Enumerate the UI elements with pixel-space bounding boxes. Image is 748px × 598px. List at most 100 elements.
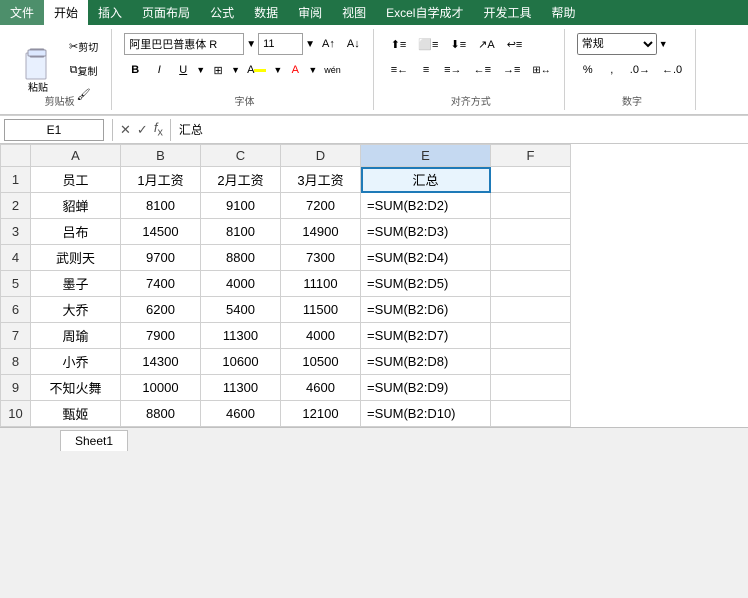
cancel-formula-button[interactable]: ✕ xyxy=(117,122,134,138)
cell-b8[interactable]: 14300 xyxy=(121,349,201,375)
font-color-button[interactable]: A xyxy=(284,59,306,81)
cell-a5[interactable]: 墨子 xyxy=(31,271,121,297)
cell-a8[interactable]: 小乔 xyxy=(31,349,121,375)
border-dropdown-icon[interactable]: ▼ xyxy=(231,65,240,75)
tab-formula[interactable]: 公式 xyxy=(200,0,244,25)
confirm-formula-button[interactable]: ✓ xyxy=(134,122,151,138)
name-box[interactable] xyxy=(4,119,104,141)
cell-b1[interactable]: 1月工资 xyxy=(121,167,201,193)
underline-dropdown-icon[interactable]: ▼ xyxy=(196,65,205,75)
cell-d6[interactable]: 11500 xyxy=(281,297,361,323)
tab-excel-learn[interactable]: Excel自学成才 xyxy=(376,0,473,25)
tab-file[interactable]: 文件 xyxy=(0,0,44,25)
font-family-input[interactable] xyxy=(124,33,244,55)
left-align-button[interactable]: ≡← xyxy=(386,59,413,81)
col-header-f[interactable]: F xyxy=(491,145,571,167)
row-header-9[interactable]: 9 xyxy=(1,375,31,401)
cell-e5[interactable]: =SUM(B2:D5) xyxy=(361,271,491,297)
cell-f5[interactable] xyxy=(491,271,571,297)
row-header-3[interactable]: 3 xyxy=(1,219,31,245)
cell-d7[interactable]: 4000 xyxy=(281,323,361,349)
tab-help[interactable]: 帮助 xyxy=(542,0,586,25)
percent-button[interactable]: % xyxy=(577,59,599,81)
tab-review[interactable]: 审阅 xyxy=(288,0,332,25)
cell-c2[interactable]: 9100 xyxy=(201,193,281,219)
border-button[interactable]: ⊞ xyxy=(207,59,229,81)
tab-dev[interactable]: 开发工具 xyxy=(473,0,541,25)
insert-function-button[interactable]: fx xyxy=(151,120,166,139)
tab-page-layout[interactable]: 页面布局 xyxy=(132,0,200,25)
number-format-select[interactable]: 常规 xyxy=(577,33,657,55)
font-color-dropdown-icon[interactable]: ▼ xyxy=(308,65,317,75)
cell-b10[interactable]: 8800 xyxy=(121,401,201,427)
cell-f7[interactable] xyxy=(491,323,571,349)
col-header-d[interactable]: D xyxy=(281,145,361,167)
cell-d2[interactable]: 7200 xyxy=(281,193,361,219)
right-align-button[interactable]: ≡→ xyxy=(439,59,466,81)
row-header-2[interactable]: 2 xyxy=(1,193,31,219)
tab-data[interactable]: 数据 xyxy=(244,0,288,25)
bold-button[interactable]: B xyxy=(124,59,146,81)
cell-c3[interactable]: 8100 xyxy=(201,219,281,245)
number-format-dropdown-icon[interactable]: ▼ xyxy=(659,39,668,49)
center-align-button[interactable]: ≡ xyxy=(415,59,437,81)
cell-e9[interactable]: =SUM(B2:D9) xyxy=(361,375,491,401)
row-header-10[interactable]: 10 xyxy=(1,401,31,427)
decrease-font-button[interactable]: A↓ xyxy=(342,33,365,55)
cell-a2[interactable]: 貂蝉 xyxy=(31,193,121,219)
cell-a7[interactable]: 周瑜 xyxy=(31,323,121,349)
cell-b9[interactable]: 10000 xyxy=(121,375,201,401)
increase-indent-button[interactable]: →≡ xyxy=(498,59,525,81)
underline-button[interactable]: U xyxy=(172,59,194,81)
cell-f4[interactable] xyxy=(491,245,571,271)
cell-c7[interactable]: 11300 xyxy=(201,323,281,349)
cell-c8[interactable]: 10600 xyxy=(201,349,281,375)
cell-c6[interactable]: 5400 xyxy=(201,297,281,323)
cell-c1[interactable]: 2月工资 xyxy=(201,167,281,193)
row-header-5[interactable]: 5 xyxy=(1,271,31,297)
cell-f2[interactable] xyxy=(491,193,571,219)
top-align-button[interactable]: ⬆≡ xyxy=(386,33,412,55)
cell-a6[interactable]: 大乔 xyxy=(31,297,121,323)
cell-b3[interactable]: 14500 xyxy=(121,219,201,245)
increase-decimal-button[interactable]: .0→ xyxy=(625,59,655,81)
col-header-b[interactable]: B xyxy=(121,145,201,167)
wrap-text-button[interactable]: ↩≡ xyxy=(502,33,528,55)
copy-button[interactable]: ⧉ 复制 xyxy=(64,60,103,82)
cut-button[interactable]: ✂ 剪切 xyxy=(64,36,103,58)
thousands-button[interactable]: , xyxy=(601,59,623,81)
italic-button[interactable]: I xyxy=(148,59,170,81)
corner-header[interactable] xyxy=(1,145,31,167)
fill-color-button[interactable]: A xyxy=(242,59,271,81)
font-size-dropdown-icon[interactable]: ▼ xyxy=(305,39,315,50)
cell-a1[interactable]: 员工 xyxy=(31,167,121,193)
rotate-text-button[interactable]: ↗A xyxy=(473,33,500,55)
cell-f3[interactable] xyxy=(491,219,571,245)
row-header-8[interactable]: 8 xyxy=(1,349,31,375)
col-header-c[interactable]: C xyxy=(201,145,281,167)
decrease-indent-button[interactable]: ←≡ xyxy=(469,59,496,81)
cell-e3[interactable]: =SUM(B2:D3) xyxy=(361,219,491,245)
cell-c9[interactable]: 11300 xyxy=(201,375,281,401)
merge-center-button[interactable]: ⊞↔ xyxy=(527,59,555,81)
tab-home[interactable]: 开始 xyxy=(44,0,88,25)
increase-font-button[interactable]: A↑ xyxy=(317,33,340,55)
formula-input[interactable] xyxy=(175,123,744,137)
cell-b2[interactable]: 8100 xyxy=(121,193,201,219)
cell-f8[interactable] xyxy=(491,349,571,375)
cell-b7[interactable]: 7900 xyxy=(121,323,201,349)
cell-f9[interactable] xyxy=(491,375,571,401)
cell-e2[interactable]: =SUM(B2:D2) xyxy=(361,193,491,219)
cell-f10[interactable] xyxy=(491,401,571,427)
bottom-align-button[interactable]: ⬇≡ xyxy=(445,33,471,55)
cell-e8[interactable]: =SUM(B2:D8) xyxy=(361,349,491,375)
row-header-4[interactable]: 4 xyxy=(1,245,31,271)
middle-align-button[interactable]: ⬜≡ xyxy=(413,33,443,55)
fill-dropdown-icon[interactable]: ▼ xyxy=(273,65,282,75)
cell-d4[interactable]: 7300 xyxy=(281,245,361,271)
cell-d8[interactable]: 10500 xyxy=(281,349,361,375)
cell-d1[interactable]: 3月工资 xyxy=(281,167,361,193)
tab-view[interactable]: 视图 xyxy=(332,0,376,25)
cell-b4[interactable]: 9700 xyxy=(121,245,201,271)
paste-button[interactable]: 粘贴 xyxy=(16,43,60,98)
